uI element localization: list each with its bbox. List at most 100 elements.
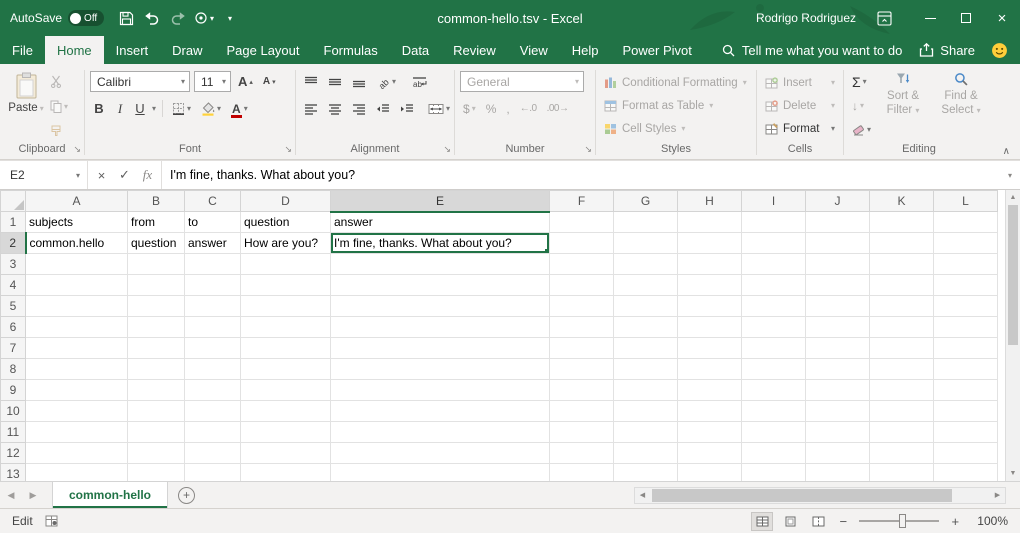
align-center-button[interactable] xyxy=(325,98,345,119)
row-header-13[interactable]: 13 xyxy=(1,464,26,482)
sheet-nav-right-arrow[interactable]: ▶ xyxy=(22,490,44,501)
cell-K1[interactable] xyxy=(870,212,934,233)
align-bottom-button[interactable] xyxy=(349,71,369,92)
select-all-button[interactable] xyxy=(1,191,26,212)
cell-C1[interactable]: to xyxy=(185,212,241,233)
cell-E6[interactable] xyxy=(331,317,550,338)
cell-C12[interactable] xyxy=(185,443,241,464)
cell-G5[interactable] xyxy=(614,296,678,317)
row-header-4[interactable]: 4 xyxy=(1,275,26,296)
fill-button[interactable]: ↓▾ xyxy=(849,95,874,116)
tab-home[interactable]: Home xyxy=(45,36,104,64)
column-header-E[interactable]: E xyxy=(331,191,550,212)
italic-button[interactable]: I xyxy=(112,98,128,119)
cell-C2[interactable]: answer xyxy=(185,233,241,254)
column-header-K[interactable]: K xyxy=(870,191,934,212)
column-header-H[interactable]: H xyxy=(678,191,742,212)
share-button[interactable]: Share xyxy=(919,43,975,58)
cell-J5[interactable] xyxy=(806,296,870,317)
cell-B7[interactable] xyxy=(128,338,185,359)
decrease-font-size-button[interactable]: A▾ xyxy=(260,71,279,92)
cell-F12[interactable] xyxy=(550,443,614,464)
scroll-track[interactable] xyxy=(1006,345,1020,466)
cell-A5[interactable] xyxy=(26,296,128,317)
cell-L11[interactable] xyxy=(934,422,998,443)
cell-F9[interactable] xyxy=(550,380,614,401)
zoom-out-button[interactable]: − xyxy=(835,514,851,529)
column-header-F[interactable]: F xyxy=(550,191,614,212)
cell-I13[interactable] xyxy=(742,464,806,482)
align-right-button[interactable] xyxy=(349,98,369,119)
cell-B9[interactable] xyxy=(128,380,185,401)
alignment-dialog-launcher[interactable]: ↘ xyxy=(443,142,451,157)
cell-G3[interactable] xyxy=(614,254,678,275)
cell-C3[interactable] xyxy=(185,254,241,275)
conditional-formatting-button[interactable]: Conditional Formatting ▾ xyxy=(601,73,751,93)
customize-qat-button[interactable]: ▾ xyxy=(218,5,242,31)
cell-K6[interactable] xyxy=(870,317,934,338)
insert-function-button[interactable]: fx xyxy=(136,167,159,183)
cell-J13[interactable] xyxy=(806,464,870,482)
cell-L3[interactable] xyxy=(934,254,998,275)
cell-H2[interactable] xyxy=(678,233,742,254)
new-sheet-button[interactable]: + xyxy=(178,487,195,504)
cell-G6[interactable] xyxy=(614,317,678,338)
cell-E11[interactable] xyxy=(331,422,550,443)
cell-A9[interactable] xyxy=(26,380,128,401)
cell-C11[interactable] xyxy=(185,422,241,443)
row-header-2[interactable]: 2 xyxy=(1,233,26,254)
cell-L12[interactable] xyxy=(934,443,998,464)
cell-G7[interactable] xyxy=(614,338,678,359)
copy-button[interactable]: ▾ xyxy=(47,96,71,117)
cell-H3[interactable] xyxy=(678,254,742,275)
cell-C8[interactable] xyxy=(185,359,241,380)
find-select-button[interactable]: Find & Select ▾ xyxy=(932,69,990,142)
cell-C9[interactable] xyxy=(185,380,241,401)
cell-A8[interactable] xyxy=(26,359,128,380)
row-header-1[interactable]: 1 xyxy=(1,212,26,233)
cell-G10[interactable] xyxy=(614,401,678,422)
cell-B2[interactable]: question xyxy=(128,233,185,254)
expand-formula-bar-button[interactable]: ▾ xyxy=(1000,161,1020,189)
cell-B4[interactable] xyxy=(128,275,185,296)
align-left-button[interactable] xyxy=(301,98,321,119)
horizontal-scroll-thumb[interactable] xyxy=(652,489,952,502)
cell-C5[interactable] xyxy=(185,296,241,317)
tab-page-layout[interactable]: Page Layout xyxy=(215,36,312,64)
user-name[interactable]: Rodrigo Rodriguez xyxy=(756,11,856,25)
cell-B12[interactable] xyxy=(128,443,185,464)
row-header-3[interactable]: 3 xyxy=(1,254,26,275)
cell-J11[interactable] xyxy=(806,422,870,443)
tab-formulas[interactable]: Formulas xyxy=(312,36,390,64)
row-header-6[interactable]: 6 xyxy=(1,317,26,338)
normal-view-button[interactable] xyxy=(751,512,773,531)
cell-K10[interactable] xyxy=(870,401,934,422)
cell-F10[interactable] xyxy=(550,401,614,422)
cell-L7[interactable] xyxy=(934,338,998,359)
cell-J6[interactable] xyxy=(806,317,870,338)
align-top-button[interactable] xyxy=(301,71,321,92)
cell-D1[interactable]: question xyxy=(241,212,331,233)
cell-K8[interactable] xyxy=(870,359,934,380)
tell-me-search[interactable]: Tell me what you want to do xyxy=(722,36,902,64)
cell-E5[interactable] xyxy=(331,296,550,317)
cell-J1[interactable] xyxy=(806,212,870,233)
cell-A4[interactable] xyxy=(26,275,128,296)
bold-button[interactable]: B xyxy=(90,98,108,119)
cell-F13[interactable] xyxy=(550,464,614,482)
cell-I3[interactable] xyxy=(742,254,806,275)
tab-draw[interactable]: Draw xyxy=(160,36,214,64)
vertical-scroll-thumb[interactable] xyxy=(1008,205,1018,345)
cell-K13[interactable] xyxy=(870,464,934,482)
sheet-tab-common-hello[interactable]: common-hello xyxy=(52,482,168,508)
cell-J2[interactable] xyxy=(806,233,870,254)
decrease-decimal-button[interactable]: .00→ xyxy=(544,98,572,119)
tab-review[interactable]: Review xyxy=(441,36,508,64)
cell-J4[interactable] xyxy=(806,275,870,296)
cell-K2[interactable] xyxy=(870,233,934,254)
cell-I11[interactable] xyxy=(742,422,806,443)
cell-A13[interactable] xyxy=(26,464,128,482)
cell-E3[interactable] xyxy=(331,254,550,275)
wrap-text-button[interactable]: ab xyxy=(409,71,430,92)
column-header-A[interactable]: A xyxy=(26,191,128,212)
